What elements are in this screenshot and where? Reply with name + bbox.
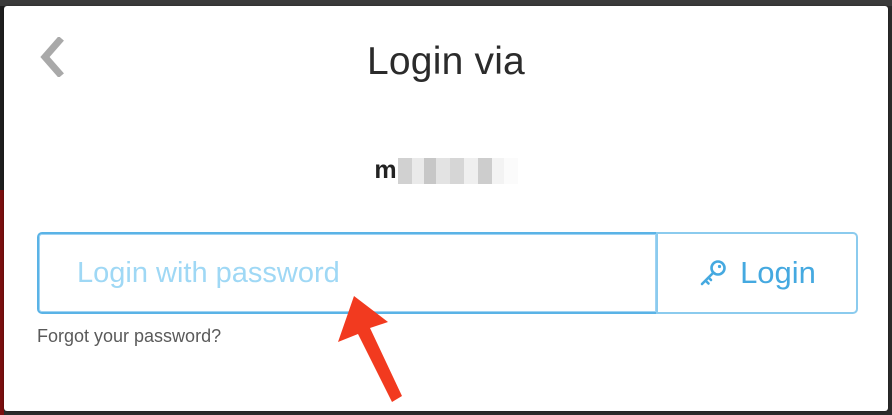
account-name: m (4, 156, 888, 185)
login-button[interactable]: Login (656, 232, 858, 314)
login-dialog: Login via m Login Forgot your password? (4, 6, 888, 411)
dialog-title: Login via (367, 40, 525, 83)
login-button-label: Login (740, 255, 816, 290)
forgot-password-link[interactable]: Forgot your password? (37, 326, 221, 347)
account-name-text: m (374, 156, 397, 184)
redacted-account-name (397, 157, 518, 184)
key-icon (698, 258, 728, 288)
red-arrow-pointer (338, 296, 402, 402)
password-login-row: Login (37, 232, 858, 314)
